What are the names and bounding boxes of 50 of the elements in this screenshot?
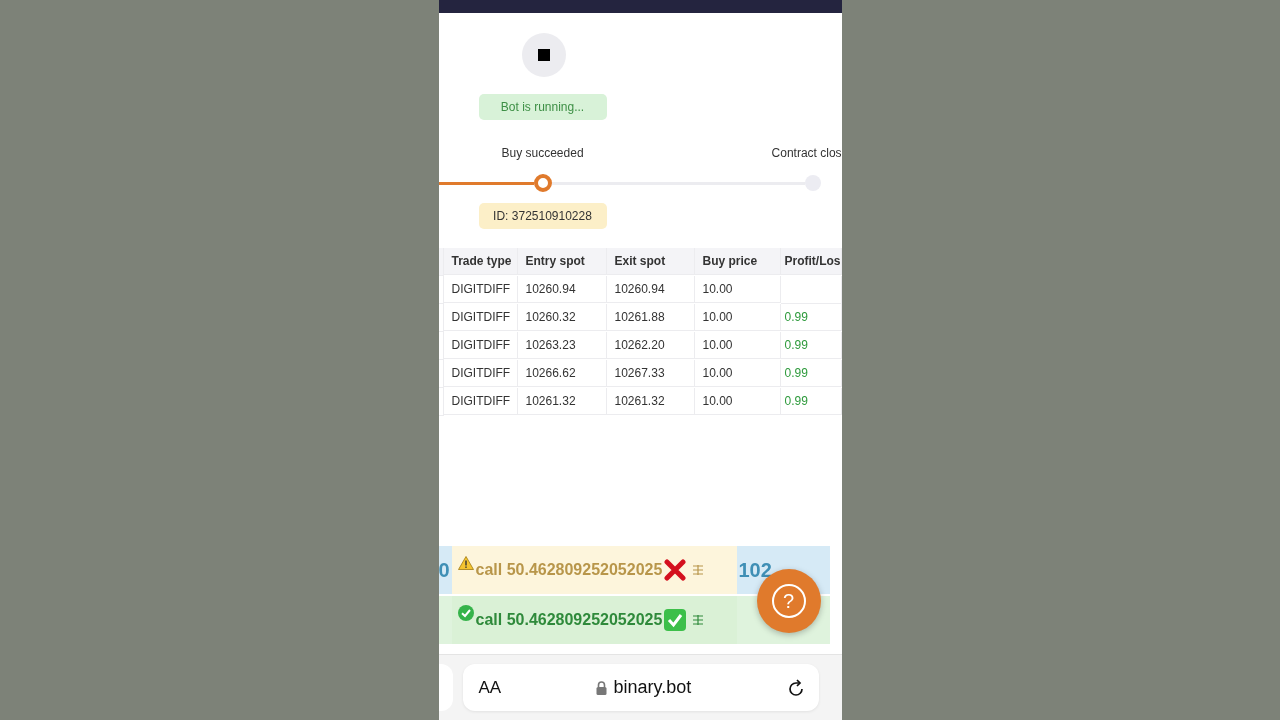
- table-cell: 10261.32: [606, 388, 695, 415]
- lock-icon: [596, 680, 608, 695]
- table-cell: 10260.94: [517, 276, 607, 303]
- table-cell: 10267.33: [606, 360, 695, 387]
- table-cell: 0.99: [780, 388, 842, 415]
- table-cell: 10263.23: [517, 332, 607, 359]
- table-cell: 10261.88: [606, 304, 695, 331]
- tab-button[interactable]: [438, 664, 453, 711]
- check-circle-icon: [457, 605, 474, 621]
- table-cell: DIGITDIFF: [443, 304, 518, 331]
- log-text: 0: [438, 558, 451, 582]
- column-header: Buy price: [694, 248, 781, 275]
- checkbox-icon: [664, 609, 687, 631]
- table-cell: 10.00: [694, 304, 781, 331]
- status-badge: Bot is running...: [478, 94, 607, 120]
- column-header: Trade type: [443, 248, 518, 275]
- reload-icon[interactable]: [786, 677, 805, 698]
- column-header: Profit/Los: [780, 248, 842, 275]
- text-size-button[interactable]: AA: [478, 677, 502, 698]
- list-icon[interactable]: [692, 564, 705, 576]
- notification-text: call 50.462809252052025: [475, 561, 663, 579]
- table-cell: 0.99: [780, 360, 842, 387]
- table-cell: DIGITDIFF: [443, 388, 518, 415]
- column-header: Exit spot: [606, 248, 695, 275]
- table-cell: 10262.20: [606, 332, 695, 359]
- warning-icon: [457, 556, 474, 570]
- cross-icon: [664, 559, 687, 581]
- column-header: Entry spot: [517, 248, 607, 275]
- contract-id-tooltip: ID: 372510910228: [478, 203, 607, 229]
- table-cell: 10260.32: [517, 304, 607, 331]
- stop-icon: [537, 49, 550, 61]
- step-label: Buy succeeded: [501, 146, 584, 162]
- table-cell: DIGITDIFF: [443, 276, 518, 303]
- table-cell: 10.00: [694, 388, 781, 415]
- table-cell: 10261.32: [517, 388, 607, 415]
- table-cell: 10.00: [694, 276, 781, 303]
- list-icon[interactable]: [692, 614, 705, 626]
- table-cell: DIGITDIFF: [443, 332, 518, 359]
- url-text: binary.bot: [613, 677, 692, 698]
- table-cell: 0.99: [780, 332, 842, 359]
- step-label: Contract clos: [771, 146, 842, 162]
- notification-text: call 50.462809252052025: [475, 611, 663, 629]
- table-cell: 10260.94: [606, 276, 695, 303]
- table-cell: 10.00: [694, 332, 781, 359]
- table-cell: 0.99: [780, 304, 842, 331]
- table-cell: 10.00: [694, 360, 781, 387]
- stop-button[interactable]: [521, 33, 566, 77]
- table-cell: 10266.62: [517, 360, 607, 387]
- table-cell: DIGITDIFF: [443, 360, 518, 387]
- address-bar[interactable]: AA binary.bot: [462, 664, 819, 711]
